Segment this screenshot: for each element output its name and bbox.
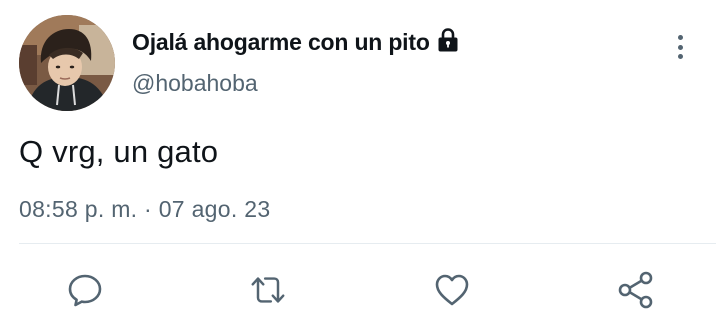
share-button[interactable]	[616, 270, 656, 310]
retweet-button[interactable]	[248, 270, 288, 310]
heart-icon	[435, 274, 469, 306]
reply-button[interactable]	[65, 270, 105, 310]
like-button[interactable]	[432, 270, 472, 310]
vertical-ellipsis-icon	[677, 35, 683, 40]
user-name-row: Ojalá ahogarme con un pito	[132, 27, 460, 57]
share-icon	[618, 271, 653, 309]
avatar[interactable]	[19, 15, 115, 111]
tweet-card: Ojalá ahogarme con un pito @hobahoba Q v…	[0, 0, 716, 336]
vertical-ellipsis-icon-dot-3	[677, 54, 683, 59]
lock-icon	[436, 27, 460, 53]
tweet-timestamp[interactable]: 08:58 p. m. · 07 ago. 23	[19, 196, 270, 223]
vertical-ellipsis-icon-dot-2	[677, 44, 683, 50]
display-name[interactable]: Ojalá ahogarme con un pito	[132, 29, 430, 56]
speech-bubble-icon	[68, 274, 102, 307]
retweet-icon	[251, 277, 285, 303]
divider	[19, 243, 716, 244]
user-handle[interactable]: @hobahoba	[132, 70, 258, 97]
tweet-text: Q vrg, un gato	[19, 134, 219, 169]
more-options-button[interactable]	[668, 33, 692, 61]
